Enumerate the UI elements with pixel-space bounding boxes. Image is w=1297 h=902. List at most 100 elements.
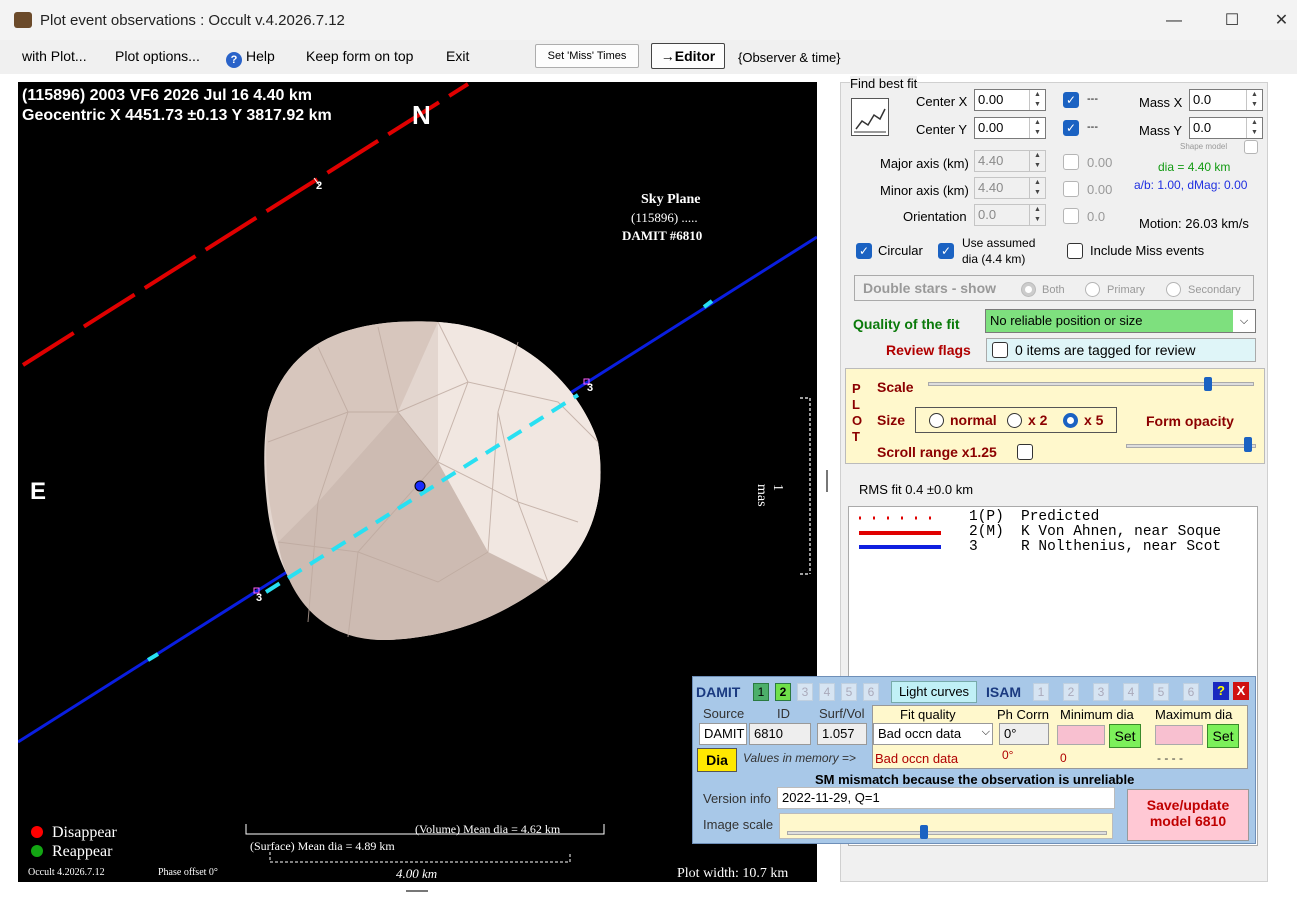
orientation-label: Orientation bbox=[903, 209, 967, 224]
mass-y-input[interactable]: 0.0 ▲ ▼ bbox=[1189, 117, 1263, 139]
secondary-radio[interactable] bbox=[1166, 282, 1181, 297]
major-axis-checkbox[interactable] bbox=[1063, 154, 1079, 170]
header-id: ID bbox=[777, 706, 790, 721]
shape-model-label: Shape model bbox=[1180, 142, 1228, 151]
orientation-input[interactable]: 0.0 ▲ ▼ bbox=[974, 204, 1046, 226]
close-icon[interactable]: X bbox=[1233, 682, 1249, 700]
sky-plane-object: (115896) ..... bbox=[631, 210, 698, 225]
include-miss-label: Include Miss events bbox=[1090, 243, 1205, 258]
min-dia-set-button[interactable]: Set bbox=[1109, 724, 1141, 748]
size-normal-label: normal bbox=[950, 412, 997, 428]
menu-plot-options[interactable]: Plot options... bbox=[115, 48, 200, 64]
fit-quality-value: Bad occn data bbox=[878, 726, 962, 741]
spinner-icon[interactable]: ▲ ▼ bbox=[1029, 178, 1045, 198]
size-x2-radio[interactable] bbox=[1007, 413, 1022, 428]
set-miss-times-button[interactable]: Set 'Miss' Times bbox=[535, 44, 639, 68]
asteroid-shape bbox=[264, 321, 601, 641]
size-x5-label: x 5 bbox=[1084, 412, 1104, 428]
isam-model-6[interactable]: 6 bbox=[1183, 683, 1199, 701]
chevron-down-icon: ⌵ bbox=[981, 726, 990, 738]
minimize-button[interactable]: — bbox=[1151, 8, 1197, 34]
damit-model-5[interactable]: 5 bbox=[841, 683, 857, 701]
include-miss-checkbox[interactable] bbox=[1067, 243, 1083, 259]
opacity-slider[interactable] bbox=[1126, 444, 1256, 448]
plot-header-line1: (115896) 2003 VF6 2026 Jul 16 4.40 km bbox=[22, 87, 312, 104]
damit-model-3[interactable]: 3 bbox=[797, 683, 813, 701]
both-radio[interactable] bbox=[1021, 282, 1036, 297]
close-button[interactable]: ✕ bbox=[1266, 8, 1297, 34]
damit-model-2[interactable]: 2 bbox=[775, 683, 791, 701]
scroll-range-checkbox[interactable] bbox=[1017, 444, 1033, 460]
scale-slider-thumb[interactable] bbox=[1204, 377, 1212, 391]
surfvol-value: 1.057 bbox=[817, 723, 867, 745]
image-scale-slider[interactable] bbox=[779, 813, 1113, 839]
menu-help[interactable]: ? Help bbox=[226, 48, 275, 68]
review-flags-checkbox[interactable] bbox=[992, 342, 1008, 358]
isam-model-1[interactable]: 1 bbox=[1033, 683, 1049, 701]
min-dia-input[interactable] bbox=[1057, 725, 1105, 745]
opacity-slider-thumb[interactable] bbox=[1244, 437, 1252, 452]
minor-axis-checkbox[interactable] bbox=[1063, 181, 1079, 197]
mass-x-input[interactable]: 0.0 ▲ ▼ bbox=[1189, 89, 1263, 111]
maximize-button[interactable]: ☐ bbox=[1209, 8, 1255, 34]
legend-reappear: Reappear bbox=[52, 843, 113, 860]
bottom-splitter-handle[interactable] bbox=[406, 890, 428, 892]
rms-fit-label: RMS fit 0.4 ±0.0 km bbox=[859, 482, 974, 497]
major-axis-input[interactable]: 4.40 ▲ ▼ bbox=[974, 150, 1046, 172]
light-curves-button[interactable]: Light curves bbox=[891, 681, 977, 703]
spinner-icon[interactable]: ▲ ▼ bbox=[1246, 90, 1262, 110]
fit-quality-dropdown[interactable]: Bad occn data ⌵ bbox=[873, 723, 993, 745]
isam-model-2[interactable]: 2 bbox=[1063, 683, 1079, 701]
editor-button[interactable]: →Editor bbox=[651, 43, 725, 69]
quality-dropdown[interactable]: No reliable position or size ⌵ bbox=[985, 309, 1256, 333]
values-memory-label: Values in memory => bbox=[743, 751, 856, 765]
use-assumed-checkbox[interactable]: ✓ bbox=[938, 243, 954, 259]
fit-graph-button[interactable] bbox=[851, 98, 889, 136]
minor-axis-input[interactable]: 4.40 ▲ ▼ bbox=[974, 177, 1046, 199]
menu-exit[interactable]: Exit bbox=[446, 48, 469, 64]
spinner-icon[interactable]: ▲ ▼ bbox=[1029, 151, 1045, 171]
damit-model-6[interactable]: 6 bbox=[863, 683, 879, 701]
dia-button[interactable]: Dia bbox=[697, 748, 737, 772]
damit-title: DAMIT bbox=[696, 684, 741, 700]
circular-checkbox[interactable]: ✓ bbox=[856, 243, 872, 259]
help-question-icon[interactable]: ? bbox=[1213, 682, 1229, 700]
center-y-checkbox[interactable]: ✓ bbox=[1063, 120, 1079, 136]
image-scale-track[interactable] bbox=[787, 831, 1107, 835]
menu-keep-on-top[interactable]: Keep form on top bbox=[306, 48, 413, 64]
damit-model-1[interactable]: 1 bbox=[753, 683, 769, 701]
mas-scale-label: 1 mas bbox=[754, 484, 785, 507]
center-y-input[interactable]: 0.00 ▲ ▼ bbox=[974, 117, 1046, 139]
spinner-icon[interactable]: ▲ ▼ bbox=[1029, 118, 1045, 138]
spinner-icon[interactable]: ▲ ▼ bbox=[1029, 90, 1045, 110]
isam-model-4[interactable]: 4 bbox=[1123, 683, 1139, 701]
max-dia-set-button[interactable]: Set bbox=[1207, 724, 1239, 748]
damit-model-4[interactable]: 4 bbox=[819, 683, 835, 701]
center-x-checkbox[interactable]: ✓ bbox=[1063, 92, 1079, 108]
center-x-input[interactable]: 0.00 ▲ ▼ bbox=[974, 89, 1046, 111]
phase-offset-label: Phase offset 0° bbox=[158, 867, 218, 878]
ph-corr-value: 0° bbox=[999, 723, 1049, 745]
size-x5-radio[interactable] bbox=[1063, 413, 1078, 428]
orientation-checkbox[interactable] bbox=[1063, 208, 1079, 224]
disappear-marker bbox=[31, 826, 43, 838]
plot-side-label: P L O T bbox=[852, 381, 863, 444]
isam-model-3[interactable]: 3 bbox=[1093, 683, 1109, 701]
east-label: E bbox=[30, 478, 47, 505]
sky-plane-model: DAMIT #6810 bbox=[622, 228, 703, 243]
spinner-icon[interactable]: ▲ ▼ bbox=[1246, 118, 1262, 138]
menu-with-plot[interactable]: with Plot... bbox=[22, 48, 87, 64]
splitter-handle[interactable] bbox=[826, 470, 828, 492]
isam-model-5[interactable]: 5 bbox=[1153, 683, 1169, 701]
size-normal-radio[interactable] bbox=[929, 413, 944, 428]
observer-time-label[interactable]: {Observer & time} bbox=[738, 50, 841, 65]
max-dia-input[interactable] bbox=[1155, 725, 1203, 745]
image-scale-thumb[interactable] bbox=[920, 825, 928, 839]
primary-radio[interactable] bbox=[1085, 282, 1100, 297]
both-label: Both bbox=[1042, 284, 1065, 296]
spinner-icon[interactable]: ▲ ▼ bbox=[1029, 205, 1045, 225]
major-axis-label: Major axis (km) bbox=[880, 156, 969, 171]
save-update-model-button[interactable]: Save/update model 6810 bbox=[1127, 789, 1249, 841]
shape-model-checkbox[interactable] bbox=[1244, 140, 1258, 154]
circular-label: Circular bbox=[878, 243, 923, 258]
